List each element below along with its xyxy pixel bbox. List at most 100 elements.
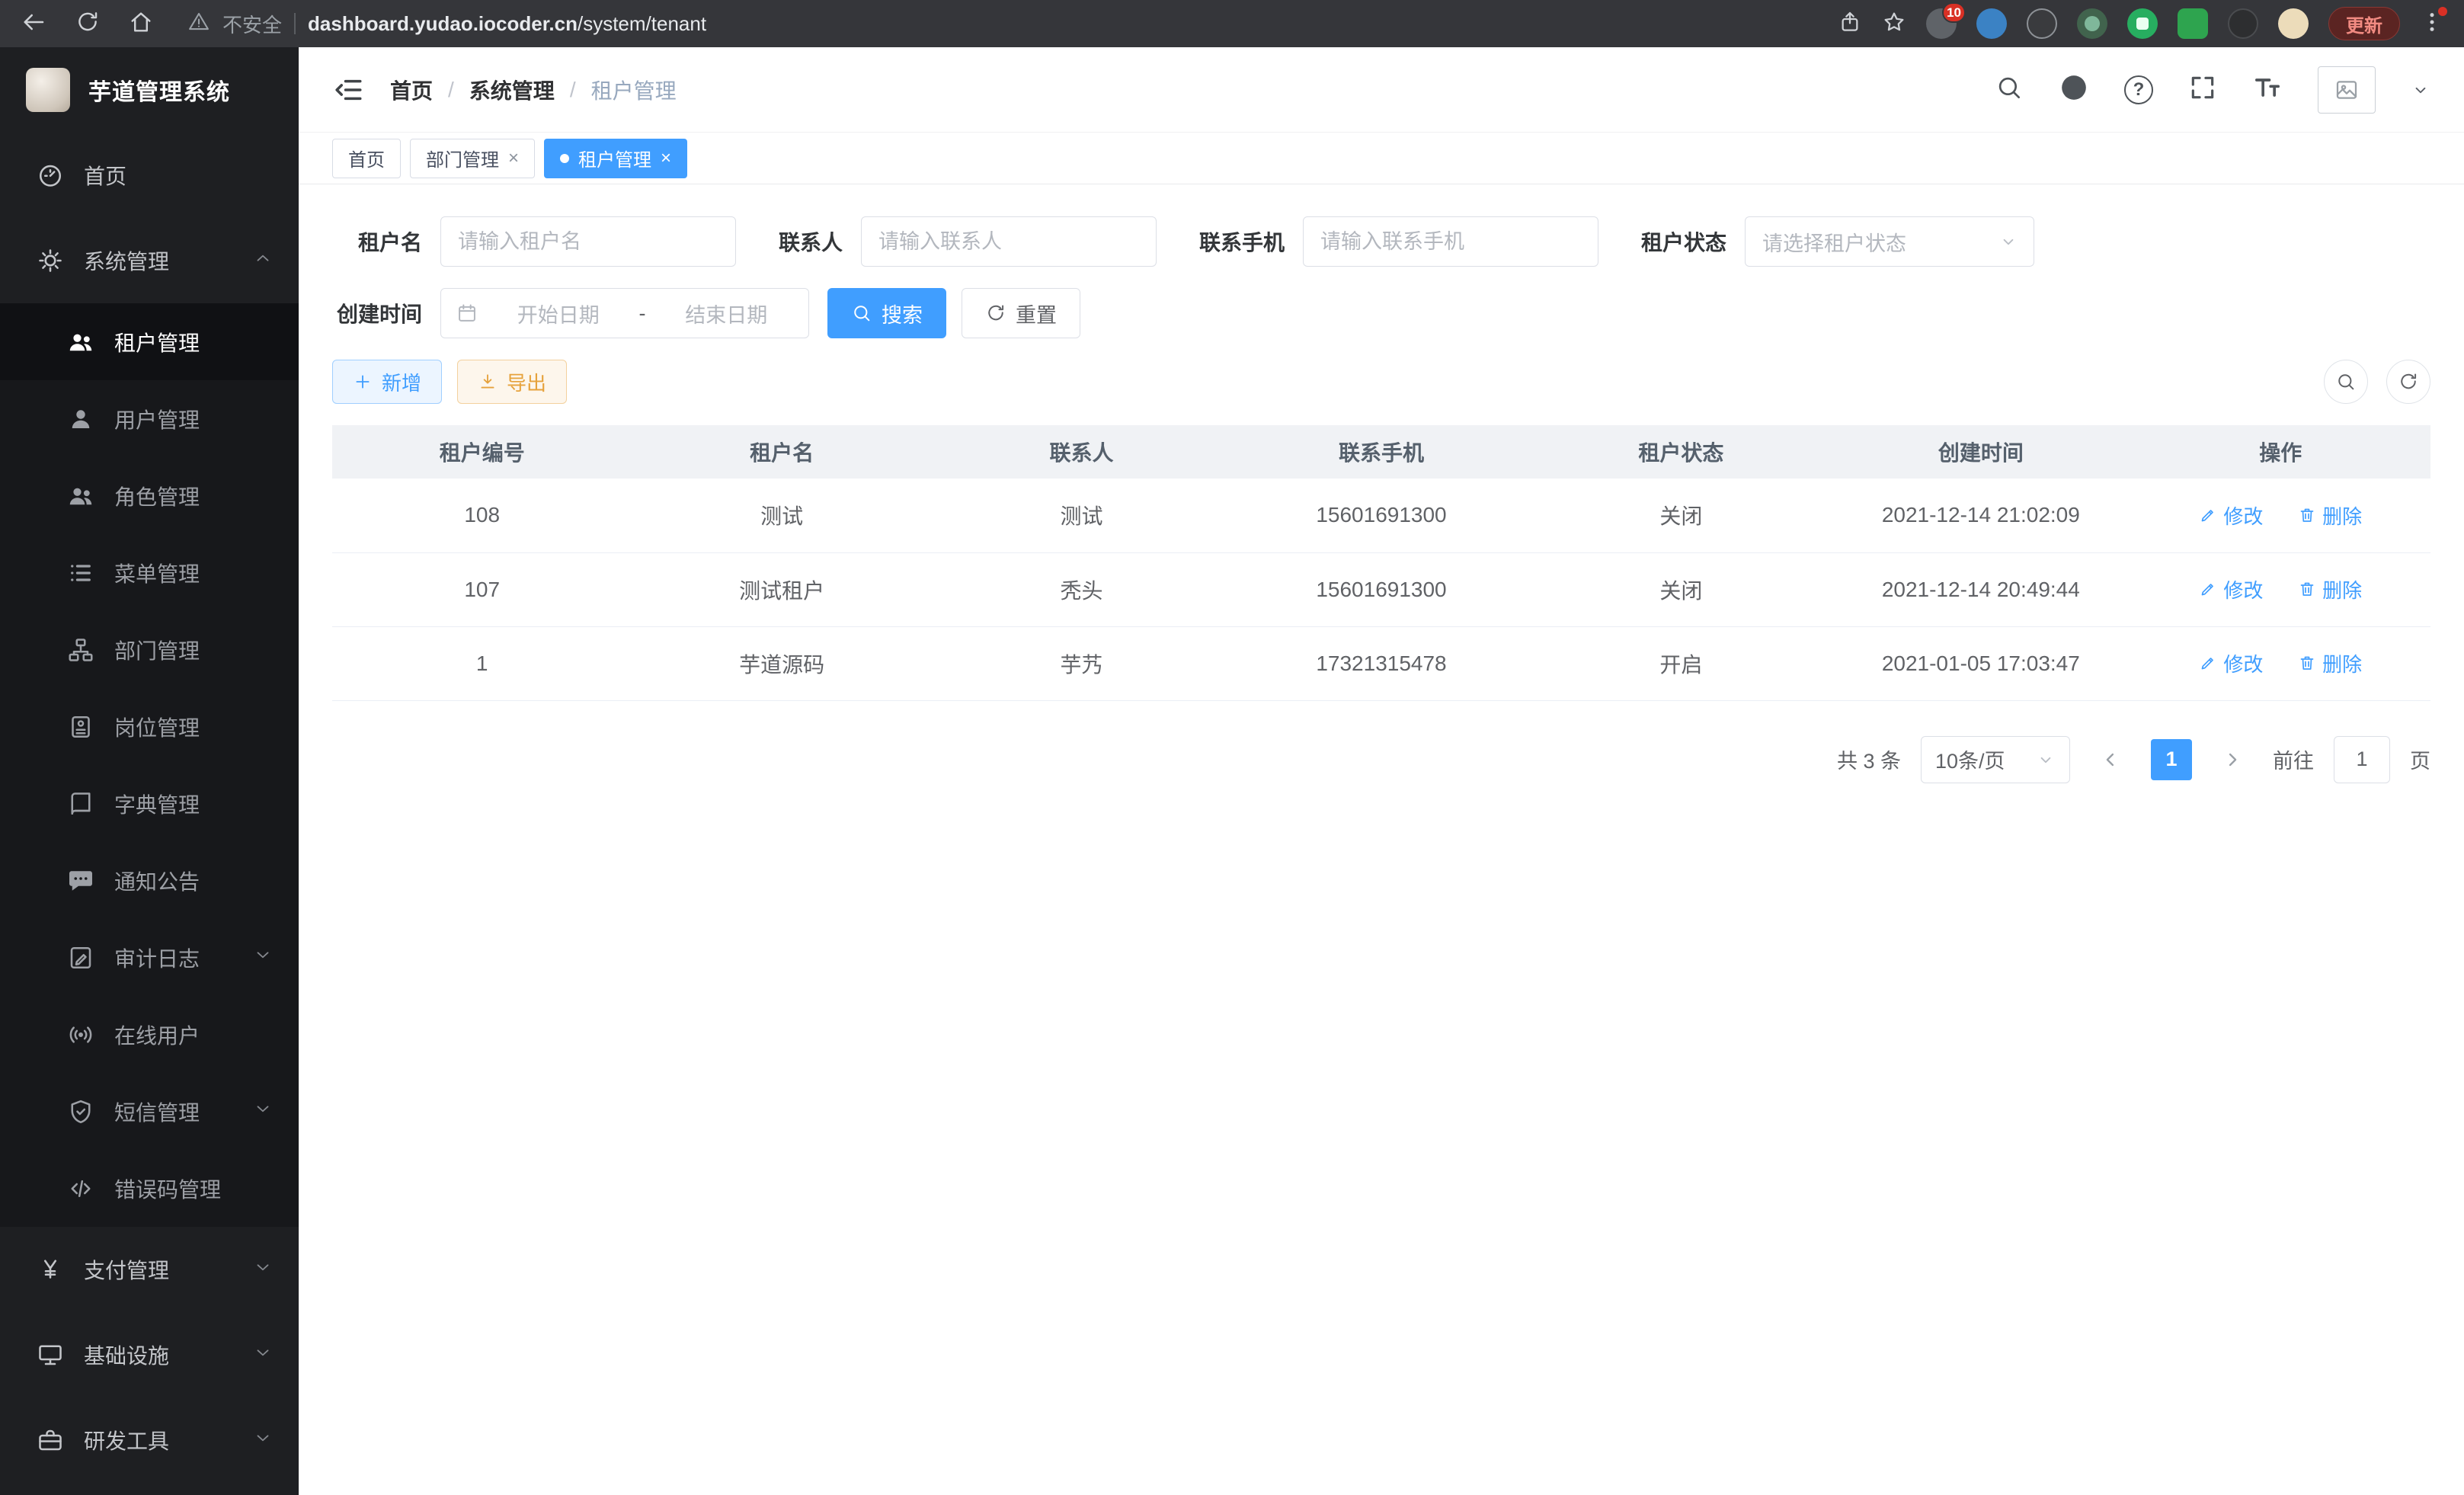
signal-icon: [67, 1021, 94, 1048]
sidebar-item-user[interactable]: 用户管理: [0, 380, 299, 457]
search-icon: [2335, 371, 2357, 392]
warning-icon: [187, 10, 210, 38]
users-icon: [67, 482, 94, 510]
sidebar-item-menu[interactable]: 菜单管理: [0, 534, 299, 611]
browser-update-button[interactable]: 更新: [2328, 7, 2400, 40]
sidebar-item-dept[interactable]: 部门管理: [0, 611, 299, 688]
extension-icon[interactable]: 10: [1926, 8, 1957, 39]
share-icon[interactable]: [1838, 10, 1862, 38]
font-size-icon[interactable]: [2252, 72, 2283, 107]
back-icon[interactable]: [20, 8, 47, 40]
table-row: 107 测试租户 秃头 15601691300 关闭 2021-12-14 20…: [332, 552, 2430, 626]
sidebar-item-infrastructure[interactable]: 基础设施: [0, 1312, 299, 1397]
filter-row-1: 租户名 联系人 联系手机 租户状态 请选择租户状态: [332, 216, 2430, 267]
reload-icon[interactable]: [75, 9, 101, 39]
extension-icon[interactable]: [2077, 8, 2107, 39]
prev-page-button[interactable]: [2090, 739, 2131, 780]
help-icon[interactable]: ?: [2124, 75, 2153, 104]
add-button[interactable]: 新增: [332, 360, 442, 404]
toggle-search-button[interactable]: [2324, 360, 2368, 404]
sidebar-item-dev-tools[interactable]: 研发工具: [0, 1397, 299, 1483]
delete-link[interactable]: 删除: [2298, 501, 2362, 530]
users-icon: [67, 328, 94, 356]
sidebar-item-system[interactable]: 系统管理: [0, 218, 299, 303]
phone-input[interactable]: [1303, 216, 1598, 267]
broken-image-icon: [2334, 78, 2359, 102]
sidebar-item-notice[interactable]: 通知公告: [0, 842, 299, 919]
goto-label: 前往: [2273, 744, 2314, 774]
github-icon[interactable]: [2059, 72, 2089, 107]
page-size-select[interactable]: 10条/页: [1921, 736, 2070, 783]
extension-icon[interactable]: [2027, 8, 2057, 39]
header-toolbar: ?: [1995, 66, 2430, 114]
phone-label: 联系手机: [1199, 226, 1285, 257]
fullscreen-icon[interactable]: [2188, 73, 2217, 106]
extension-icon[interactable]: [2278, 8, 2309, 39]
total-count: 共 3 条: [1837, 744, 1901, 774]
extension-icon[interactable]: [2228, 8, 2258, 39]
breadcrumb-home[interactable]: 首页: [390, 75, 433, 105]
search-button[interactable]: 搜索: [827, 288, 946, 338]
sidebar-menu: 首页 系统管理 租户管理 用户管理 角色管理: [0, 133, 299, 1483]
delete-link[interactable]: 删除: [2298, 575, 2362, 603]
table-row: 1 芋道源码 芋艿 17321315478 开启 2021-01-05 17:0…: [332, 626, 2430, 700]
status-select[interactable]: 请选择租户状态: [1745, 216, 2034, 267]
contact-input[interactable]: [861, 216, 1157, 267]
sidebar-item-home[interactable]: 首页: [0, 133, 299, 218]
date-end-placeholder: 结束日期: [660, 299, 794, 328]
address-divider: [294, 13, 296, 34]
reset-button[interactable]: 重置: [962, 288, 1080, 338]
chat-icon: [67, 867, 94, 895]
close-icon[interactable]: ×: [508, 149, 519, 168]
edit-link[interactable]: 修改: [2199, 501, 2263, 530]
download-icon: [478, 372, 498, 392]
status-text: 关闭: [1531, 479, 1831, 552]
edit-link[interactable]: 修改: [2199, 649, 2263, 677]
extension-icon[interactable]: [2127, 8, 2158, 39]
app-logo[interactable]: 芋道管理系统: [0, 47, 299, 133]
chevron-left-icon: [2100, 749, 2121, 770]
delete-link[interactable]: 删除: [2298, 649, 2362, 677]
sidebar-item-role[interactable]: 角色管理: [0, 457, 299, 534]
breadcrumb-system[interactable]: 系统管理: [469, 75, 555, 105]
close-icon[interactable]: ×: [661, 149, 671, 168]
book-icon: [67, 790, 94, 818]
sidebar-item-tenant[interactable]: 租户管理: [0, 303, 299, 380]
refresh-table-button[interactable]: [2386, 360, 2430, 404]
bookmark-star-icon[interactable]: [1882, 10, 1906, 38]
tenant-name-input[interactable]: [440, 216, 736, 267]
home-icon[interactable]: [128, 9, 154, 39]
chevron-down-icon: [253, 1099, 273, 1124]
sidebar-item-post[interactable]: 岗位管理: [0, 688, 299, 765]
chevron-down-icon[interactable]: [2411, 80, 2430, 100]
tab-dept[interactable]: 部门管理 ×: [410, 139, 535, 178]
extension-icon[interactable]: [2178, 8, 2208, 39]
tab-tenant[interactable]: 租户管理 ×: [544, 139, 687, 178]
sidebar-item-online-users[interactable]: 在线用户: [0, 996, 299, 1073]
status-text: 关闭: [1531, 552, 1831, 626]
col-phone: 联系手机: [1231, 425, 1531, 479]
date-range-picker[interactable]: 开始日期 - 结束日期: [440, 288, 809, 338]
export-button[interactable]: 导出: [457, 360, 567, 404]
extension-icon[interactable]: [1976, 8, 2007, 39]
tab-home[interactable]: 首页: [332, 139, 401, 178]
next-page-button[interactable]: [2212, 739, 2253, 780]
page-number-1[interactable]: 1: [2151, 739, 2192, 780]
sidebar-item-audit-log[interactable]: 审计日志: [0, 919, 299, 996]
screen: 不安全 dashboard.yudao.iocoder.cn/system/te…: [0, 0, 2464, 1495]
search-icon[interactable]: [1995, 73, 2024, 106]
collapse-menu-icon[interactable]: [332, 74, 364, 106]
goto-page-input[interactable]: [2334, 736, 2390, 783]
sidebar-item-dict[interactable]: 字典管理: [0, 765, 299, 842]
pencil-icon: [2199, 506, 2217, 524]
sidebar-item-sms[interactable]: 短信管理: [0, 1073, 299, 1150]
sidebar-item-error-code[interactable]: 错误码管理: [0, 1150, 299, 1227]
refresh-icon: [2398, 371, 2419, 392]
sidebar-item-payment[interactable]: 支付管理: [0, 1227, 299, 1312]
edit-link[interactable]: 修改: [2199, 575, 2263, 603]
address-bar[interactable]: 不安全 dashboard.yudao.iocoder.cn/system/te…: [187, 10, 706, 38]
avatar[interactable]: [2318, 66, 2376, 114]
breadcrumb-current: 租户管理: [591, 75, 677, 105]
browser-menu-icon[interactable]: [2420, 10, 2444, 38]
table-header-row: 租户编号 租户名 联系人 联系手机 租户状态 创建时间 操作: [332, 425, 2430, 479]
